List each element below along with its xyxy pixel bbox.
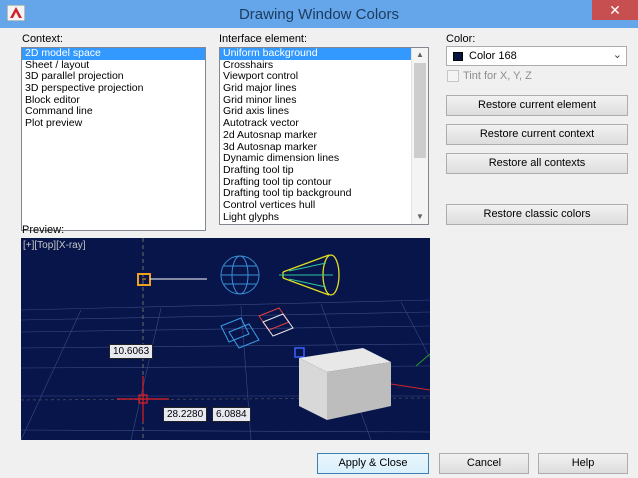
tint-checkbox-label: Tint for X, Y, Z <box>463 70 532 82</box>
cube-model <box>299 348 391 420</box>
interface-element-list-item[interactable]: Uniform background <box>220 48 411 60</box>
scroll-up-icon[interactable]: ▲ <box>412 48 428 62</box>
restore-current-context-button[interactable]: Restore current context <box>446 124 628 145</box>
interface-element-list-item[interactable]: Light glyphs <box>220 211 411 224</box>
preview-label: Preview: <box>22 224 65 236</box>
chevron-down-icon: ⌄ <box>612 49 622 61</box>
restore-classic-colors-button[interactable]: Restore classic colors <box>446 204 628 225</box>
color-swatch <box>453 52 463 61</box>
crosshair-icon <box>117 376 169 422</box>
restore-all-contexts-button[interactable]: Restore all contexts <box>446 153 628 174</box>
dimension-input-1: 10.6063 <box>109 344 154 359</box>
viewport-control[interactable]: [+][Top][X-ray] <box>23 240 86 251</box>
grip-marker-icon <box>294 347 305 358</box>
interface-element-label: Interface element: <box>219 33 308 45</box>
context-list[interactable]: 2D model space Sheet / layout 3D parallel … <box>21 47 206 231</box>
context-list-item[interactable]: Plot preview <box>22 117 205 130</box>
interface-element-list-item[interactable]: Drafting tool tip <box>220 164 411 177</box>
context-label: Context: <box>22 33 63 45</box>
scroll-down-icon[interactable]: ▼ <box>412 210 428 224</box>
cancel-button[interactable]: Cancel <box>439 453 529 474</box>
color-select[interactable]: Color 168 ⌄ <box>446 46 627 66</box>
dimension-input-3: 6.0884 <box>212 407 251 422</box>
help-button[interactable]: Help <box>538 453 628 474</box>
globe-light-icon <box>220 255 260 295</box>
scroll-thumb[interactable] <box>414 63 426 158</box>
interface-element-list-item[interactable]: Control vertices hull <box>220 199 411 212</box>
title-bar: Drawing Window Colors ✕ <box>0 0 638 28</box>
window-title: Drawing Window Colors <box>238 6 400 23</box>
tint-checkbox[interactable] <box>447 70 459 82</box>
context-list-item[interactable]: 2D model space <box>22 48 205 60</box>
interface-element-list-item[interactable]: Grid major lines <box>220 82 411 95</box>
context-list-item[interactable]: 3D perspective projection <box>22 82 205 95</box>
dimension-input-2: 28.2280 <box>163 407 208 422</box>
color-select-value: Color 168 <box>469 50 517 62</box>
preview-canvas: [+][Top][X-ray] 10.6063 28.2280 6.0884 <box>21 238 430 440</box>
interface-scrollbar[interactable]: ▲ ▼ <box>411 48 428 224</box>
x-axis-line <box>390 383 430 391</box>
y-axis-line <box>415 353 430 367</box>
apply-close-button[interactable]: Apply & Close <box>317 453 429 474</box>
spotlight-target-icon <box>279 262 333 288</box>
restore-current-element-button[interactable]: Restore current element <box>446 95 628 116</box>
interface-element-list-item[interactable]: 2d Autosnap marker <box>220 129 411 142</box>
color-label: Color: <box>446 33 476 45</box>
interface-element-list[interactable]: Uniform background Crosshairs Viewport con… <box>219 47 429 225</box>
close-button[interactable]: ✕ <box>592 0 638 20</box>
